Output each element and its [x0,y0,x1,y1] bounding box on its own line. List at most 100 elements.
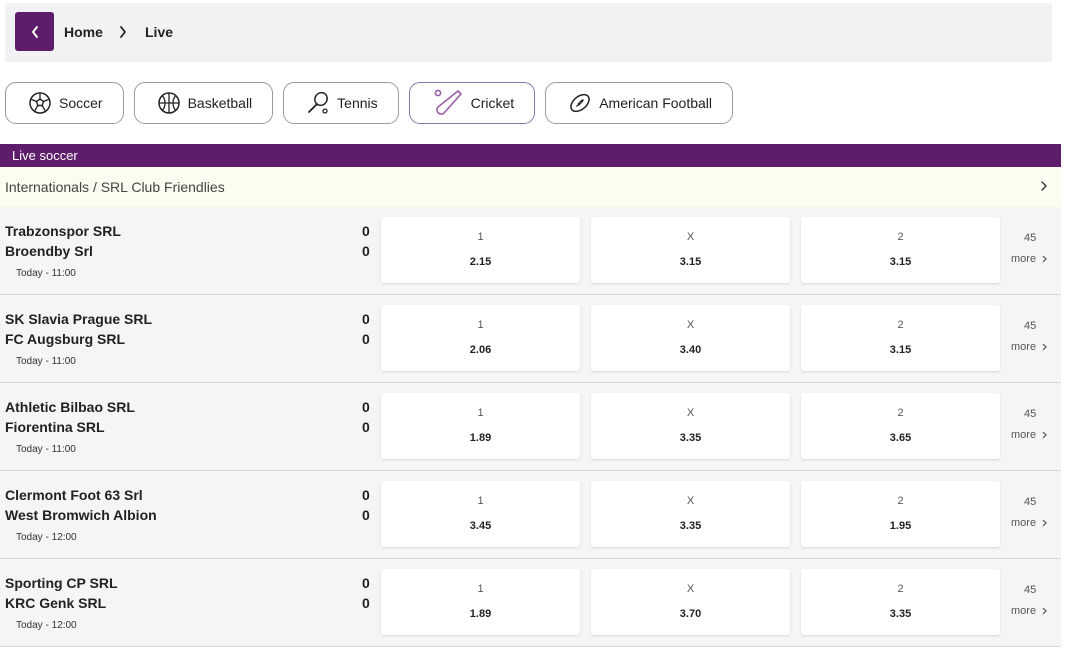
outcome-label: X [686,583,695,595]
home-score: 0 [362,399,370,415]
sport-tab-label: Tennis [337,95,378,111]
odds-button-away[interactable]: 2 1.95 [801,481,1000,547]
home-team-name: Trabzonspor SRL [5,223,121,239]
outcome-label: 2 [897,583,904,595]
away-score: 0 [362,243,370,259]
odds-value: 3.35 [679,432,702,444]
match-time: Today - 11:00 [16,268,76,279]
match-time: Today - 12:00 [16,532,77,543]
more-markets-link[interactable]: more [1011,605,1047,617]
home-team-name: Athletic Bilbao SRL [5,399,135,415]
sport-tab-soccer[interactable]: Soccer [5,82,124,124]
outcome-label: 1 [477,407,484,419]
more-label: more [1011,605,1037,617]
chevron-right-icon [1042,519,1047,527]
odds-button-draw[interactable]: X 3.70 [591,569,790,635]
odds-value: 3.45 [469,520,492,532]
match-row: Sporting CP SRL KRC Genk SRL 0 0 Today -… [0,559,1061,647]
away-team-name: Broendby Srl [5,243,93,259]
odds-value: 3.35 [889,608,912,620]
more-markets-link[interactable]: more [1011,253,1047,265]
odds-button-home[interactable]: 1 2.06 [381,305,580,371]
breadcrumb-bar: Home Live [5,3,1052,62]
cricket-bat-icon [434,89,462,115]
more-markets-link[interactable]: more [1011,517,1047,529]
more-markets-count: 45 [1024,232,1037,244]
away-team-name: FC Augsburg SRL [5,331,126,347]
odds-value: 3.15 [679,256,702,268]
section-title: Live soccer [0,144,1061,167]
chevron-right-icon [1042,431,1047,439]
home-score: 0 [362,223,370,239]
odds-button-home[interactable]: 1 3.45 [381,481,580,547]
away-team-name: Fiorentina SRL [5,419,105,435]
sport-tab-label: Cricket [470,95,515,111]
chevron-right-icon [120,26,126,38]
away-score: 0 [362,595,370,611]
soccer-ball-icon [29,92,51,114]
home-score: 0 [362,311,370,327]
odds-button-away[interactable]: 2 3.65 [801,393,1000,459]
more-markets-count: 45 [1024,408,1037,420]
away-score: 0 [362,507,370,523]
more-label: more [1011,341,1037,353]
league-row[interactable]: Internationals / SRL Club Friendlies [0,167,1061,207]
outcome-label: X [686,319,695,331]
back-button[interactable] [15,12,54,51]
match-row: Clermont Foot 63 Srl West Bromwich Albio… [0,471,1061,559]
odds-button-draw[interactable]: X 3.35 [591,481,790,547]
tennis-racket-icon [308,91,329,114]
match-time: Today - 11:00 [16,444,76,455]
american-football-icon [570,93,591,113]
odds-value: 3.15 [889,256,912,268]
outcome-label: 2 [897,407,904,419]
chevron-right-icon [1041,181,1047,191]
odds-value: 3.15 [889,344,912,356]
odds-button-home[interactable]: 1 1.89 [381,393,580,459]
odds-value: 1.89 [469,608,492,620]
sport-tab-american-football[interactable]: American Football [545,82,734,124]
match-time: Today - 11:00 [16,356,76,367]
odds-button-home[interactable]: 1 2.15 [381,217,580,283]
sport-tab-tennis[interactable]: Tennis [283,82,399,124]
outcome-label: X [686,495,695,507]
match-row: Trabzonspor SRL Broendby Srl 0 0 Today -… [0,207,1061,295]
sport-tab-cricket[interactable]: Cricket [408,82,536,124]
more-markets-link[interactable]: more [1011,341,1047,353]
away-team-name: West Bromwich Albion [5,507,157,523]
away-score: 0 [362,331,370,347]
more-markets-count: 45 [1024,584,1037,596]
match-list: Trabzonspor SRL Broendby Srl 0 0 Today -… [0,207,1061,647]
odds-button-draw[interactable]: X 3.35 [591,393,790,459]
chevron-right-icon [1042,343,1047,351]
outcome-label: 2 [897,231,904,243]
chevron-right-icon [1042,255,1047,263]
odds-button-home[interactable]: 1 1.89 [381,569,580,635]
more-markets-link[interactable]: more [1011,429,1047,441]
more-label: more [1011,517,1037,529]
outcome-label: 2 [897,495,904,507]
odds-value: 3.70 [679,608,702,620]
odds-value: 2.06 [469,344,492,356]
more-markets-count: 45 [1024,496,1037,508]
odds-button-away[interactable]: 2 3.15 [801,217,1000,283]
odds-value: 3.65 [889,432,912,444]
breadcrumb-current: Live [145,24,174,40]
sport-tab-basketball[interactable]: Basketball [133,82,274,124]
away-score: 0 [362,419,370,435]
home-score: 0 [362,487,370,503]
outcome-label: 2 [897,319,904,331]
match-time: Today - 12:00 [16,620,77,631]
odds-button-away[interactable]: 2 3.35 [801,569,1000,635]
chevron-left-icon [31,25,38,38]
odds-button-draw[interactable]: X 3.40 [591,305,790,371]
home-team-name: Clermont Foot 63 Srl [5,487,143,503]
odds-button-away[interactable]: 2 3.15 [801,305,1000,371]
breadcrumb-home-link[interactable]: Home [64,24,103,40]
away-team-name: KRC Genk SRL [5,595,107,611]
odds-value: 2.15 [469,256,492,268]
sport-filter-bar: Soccer Basketball Tennis Cricket America… [5,82,734,124]
outcome-label: X [686,231,695,243]
odds-button-draw[interactable]: X 3.15 [591,217,790,283]
odds-value: 1.95 [889,520,912,532]
